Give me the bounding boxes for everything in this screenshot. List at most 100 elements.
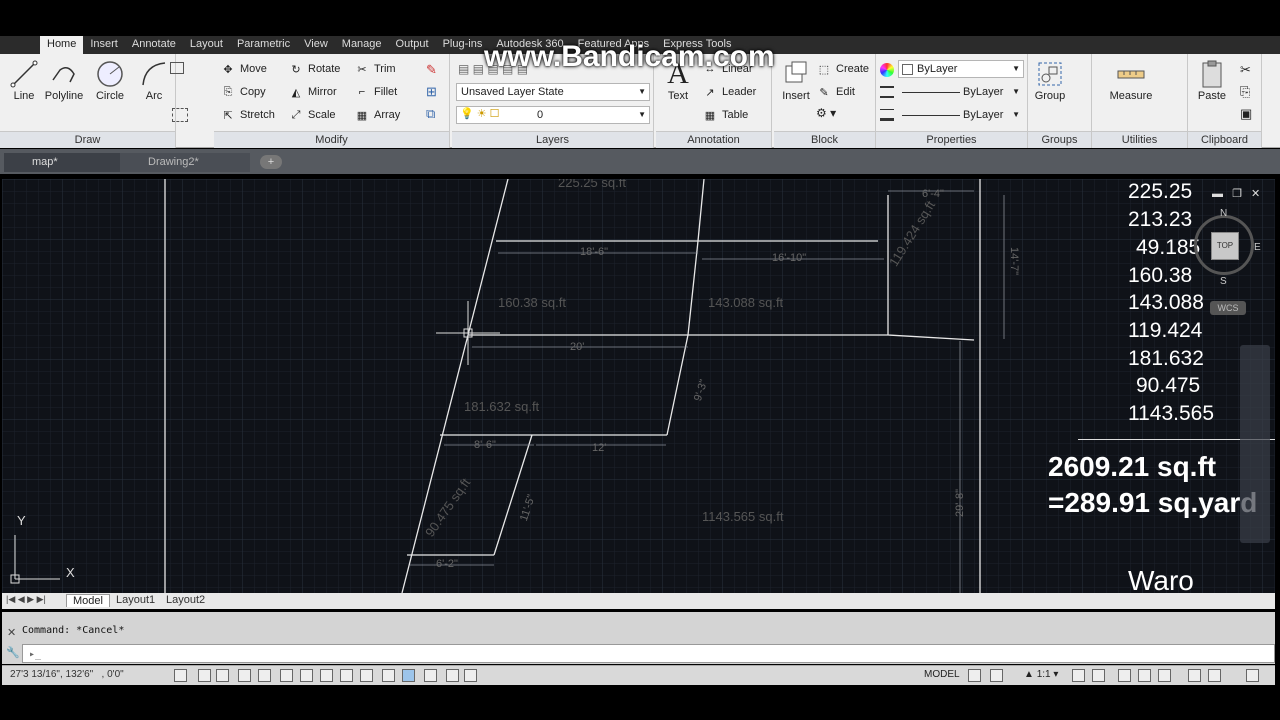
mirror-button[interactable]: ◭ Mirror bbox=[288, 83, 337, 101]
tab-layout1[interactable]: Layout1 bbox=[112, 594, 159, 606]
linetype-icon[interactable] bbox=[880, 86, 894, 98]
new-tab-button[interactable]: + bbox=[260, 155, 282, 169]
doc-tab-map[interactable]: map* ✕ bbox=[4, 153, 136, 172]
close-cmd-icon[interactable]: ✕ bbox=[7, 626, 16, 639]
stretch-button[interactable]: ⇱ Stretch bbox=[220, 106, 274, 124]
tab-home[interactable]: Home bbox=[40, 36, 84, 54]
tab-layout[interactable]: Layout bbox=[183, 36, 230, 54]
fillet-button[interactable]: ⌐ Fillet bbox=[354, 83, 397, 101]
infer-icon[interactable] bbox=[174, 669, 187, 682]
table-button[interactable]: ▦ Table bbox=[702, 106, 749, 124]
ducs-icon[interactable] bbox=[340, 669, 353, 682]
minimize-icon[interactable]: ▬ bbox=[1212, 188, 1223, 200]
3dosnap-icon[interactable] bbox=[300, 669, 313, 682]
clipboard-panel-title[interactable]: Clipboard bbox=[1188, 131, 1261, 148]
leader-button[interactable]: ↗ Leader bbox=[702, 83, 756, 101]
measure-button[interactable]: Measure bbox=[1106, 58, 1156, 102]
block-attributes-icon[interactable]: ⚙ ▾ bbox=[816, 106, 836, 120]
circle-button[interactable]: Circle bbox=[88, 58, 132, 102]
modify-panel-title[interactable]: Modify bbox=[214, 131, 449, 148]
copy-clip-icon[interactable]: ⎘ bbox=[1240, 84, 1250, 100]
explode-icon[interactable]: ⊞ bbox=[426, 84, 442, 99]
otrack-icon[interactable] bbox=[320, 669, 333, 682]
navigation-bar[interactable] bbox=[1240, 345, 1270, 543]
dyn-icon[interactable] bbox=[360, 669, 373, 682]
fullscreen-icon[interactable] bbox=[1246, 669, 1259, 682]
move-button[interactable]: ✥ Move bbox=[220, 60, 267, 78]
paste-button[interactable]: Paste bbox=[1190, 58, 1234, 102]
block-panel-title[interactable]: Block bbox=[774, 131, 875, 148]
properties-panel-title[interactable]: Properties bbox=[876, 131, 1027, 148]
tpy-icon[interactable] bbox=[402, 669, 415, 682]
quick-view-layouts-icon[interactable] bbox=[968, 669, 981, 682]
hatch-icon[interactable] bbox=[172, 108, 188, 122]
close-viewport-icon[interactable]: ✕ bbox=[1251, 188, 1260, 200]
groups-panel-title[interactable]: Groups bbox=[1028, 131, 1091, 148]
scale-button[interactable]: ⤢ Scale bbox=[288, 106, 336, 124]
viewcube-top-face[interactable]: TOP bbox=[1211, 232, 1239, 260]
auto-scale-icon[interactable] bbox=[1092, 669, 1105, 682]
create-block-button[interactable]: ⬚ Create bbox=[816, 60, 869, 78]
utilities-panel-title[interactable]: Utilities bbox=[1092, 131, 1187, 148]
dim-label: 8'-6" bbox=[474, 439, 496, 451]
copy-button[interactable]: ⎘ Copy bbox=[220, 83, 266, 101]
tab-manage[interactable]: Manage bbox=[335, 36, 389, 54]
customize-icon[interactable]: 🔧 bbox=[6, 646, 20, 659]
drawing-svg[interactable] bbox=[2, 179, 1275, 593]
tab-model[interactable]: Model bbox=[66, 594, 110, 607]
clean-screen-icon[interactable] bbox=[1208, 669, 1221, 682]
hardware-acceleration-icon[interactable] bbox=[1158, 669, 1171, 682]
layout-nav-arrows[interactable]: |◀ ◀ ▶ ▶| bbox=[6, 594, 46, 605]
model-space-button[interactable]: MODEL bbox=[924, 669, 960, 680]
restore-icon[interactable]: ❐ bbox=[1232, 188, 1242, 200]
color-wheel-icon[interactable] bbox=[880, 63, 894, 77]
trim-button[interactable]: ✂ Trim bbox=[354, 60, 395, 78]
ortho-icon[interactable] bbox=[238, 669, 251, 682]
sc-icon[interactable] bbox=[446, 669, 459, 682]
tab-insert[interactable]: Insert bbox=[83, 36, 125, 54]
annotation-visibility-icon[interactable] bbox=[1072, 669, 1085, 682]
command-input[interactable]: ▸_ bbox=[22, 644, 1275, 663]
lwt-icon[interactable] bbox=[382, 669, 395, 682]
annotation-scale[interactable]: ▲ 1:1 ▾ bbox=[1024, 669, 1058, 680]
erase-icon[interactable]: ✎ bbox=[426, 62, 442, 77]
grid-icon[interactable] bbox=[216, 669, 229, 682]
group-button[interactable]: Group bbox=[1028, 58, 1072, 102]
tab-annotate[interactable]: Annotate bbox=[125, 36, 183, 54]
layers-panel-title[interactable]: Layers bbox=[452, 131, 653, 148]
layer-state-dropdown[interactable]: Unsaved Layer State ▼ bbox=[456, 83, 650, 101]
color-dropdown[interactable]: ByLayer ▼ bbox=[898, 60, 1024, 78]
quick-view-drawings-icon[interactable] bbox=[990, 669, 1003, 682]
tab-layout2[interactable]: Layout2 bbox=[162, 594, 209, 606]
draw-panel-title[interactable]: Draw bbox=[0, 131, 175, 148]
line-button[interactable]: Line bbox=[2, 58, 46, 102]
viewcube[interactable]: TOP bbox=[1194, 215, 1254, 275]
polyline-button[interactable]: Polyline bbox=[42, 58, 86, 102]
am-icon[interactable] bbox=[464, 669, 477, 682]
workspace-icon[interactable] bbox=[1118, 669, 1131, 682]
array-button[interactable]: ▦ Array bbox=[354, 106, 400, 124]
edit-block-button[interactable]: ✎ Edit bbox=[816, 83, 855, 101]
tab-parametric[interactable]: Parametric bbox=[230, 36, 297, 54]
application-menu-button[interactable] bbox=[0, 36, 40, 54]
lock-icon[interactable] bbox=[1138, 669, 1151, 682]
insert-button[interactable]: Insert bbox=[774, 58, 818, 102]
wcs-button[interactable]: WCS bbox=[1210, 301, 1246, 315]
cut-icon[interactable]: ✂ bbox=[1240, 62, 1251, 78]
polar-icon[interactable] bbox=[258, 669, 271, 682]
osnap-icon[interactable] bbox=[280, 669, 293, 682]
rectangle-icon[interactable] bbox=[170, 62, 184, 74]
drawing-canvas[interactable]: 225.25 sq.ft 160.38 sq.ft 143.088 sq.ft … bbox=[2, 179, 1275, 593]
match-icon[interactable]: ▣ bbox=[1240, 106, 1252, 122]
rotate-button[interactable]: ↻ Rotate bbox=[288, 60, 340, 78]
snap-icon[interactable] bbox=[198, 669, 211, 682]
isolate-icon[interactable] bbox=[1188, 669, 1201, 682]
qp-icon[interactable] bbox=[424, 669, 437, 682]
offset-icon[interactable]: ⧉ bbox=[426, 106, 442, 121]
tab-view[interactable]: View bbox=[297, 36, 335, 54]
annotation-panel-title[interactable]: Annotation bbox=[656, 131, 771, 148]
lineweight-icon[interactable] bbox=[880, 109, 894, 121]
tab-output[interactable]: Output bbox=[389, 36, 436, 54]
tab-plugins[interactable]: Plug-ins bbox=[436, 36, 490, 54]
doc-tab-drawing2[interactable]: Drawing2* bbox=[120, 153, 250, 172]
